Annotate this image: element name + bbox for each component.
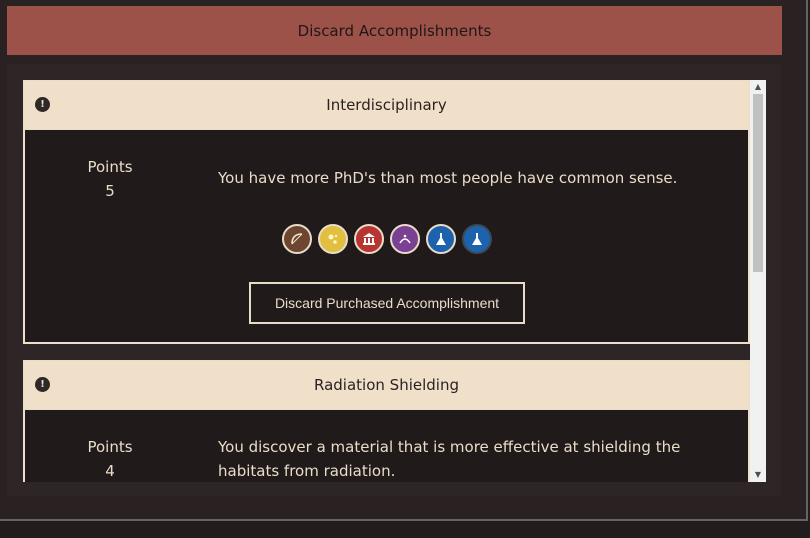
points-value: 4 — [105, 462, 115, 480]
dialog-header: Discard Accomplishments — [7, 6, 782, 55]
face-icon — [390, 224, 420, 254]
accomplishment-list[interactable]: ! Interdisciplinary Points 5 You have mo… — [23, 80, 750, 482]
card-header: ! Interdisciplinary — [23, 80, 750, 130]
temple-icon — [354, 224, 384, 254]
card-description: You have more PhD's than most people hav… — [218, 169, 678, 187]
points-block: Points 5 — [65, 155, 155, 203]
alert-icon: ! — [35, 97, 50, 112]
scroll-up-arrow-icon[interactable]: ▲ — [750, 80, 766, 94]
card-title: Interdisciplinary — [326, 96, 447, 114]
dialog-body: ! Interdisciplinary Points 5 You have mo… — [7, 64, 781, 496]
alert-icon: ! — [35, 377, 50, 392]
discard-accomplishment-button[interactable]: Discard Purchased Accomplishment — [249, 282, 525, 324]
sun-icon — [318, 224, 348, 254]
card-title: Radiation Shielding — [314, 376, 459, 394]
dialog-title: Discard Accomplishments — [297, 21, 492, 40]
card-header: ! Radiation Shielding — [23, 360, 750, 410]
resource-badges — [282, 224, 492, 254]
card-description: You discover a material that is more eff… — [218, 438, 681, 480]
bow-icon — [282, 224, 312, 254]
accomplishment-card: ! Radiation Shielding Points 4 You disco… — [23, 360, 750, 482]
scroll-down-arrow-icon[interactable]: ▼ — [750, 468, 766, 482]
points-label: Points — [87, 438, 133, 456]
accomplishment-card: ! Interdisciplinary Points 5 You have mo… — [23, 80, 750, 344]
points-block: Points 4 — [65, 435, 155, 482]
card-body: Points 4 You discover a material that is… — [23, 410, 750, 482]
scrollbar-thumb[interactable] — [753, 94, 763, 272]
points-value: 5 — [105, 182, 115, 200]
points-label: Points — [87, 158, 133, 176]
vertical-scrollbar[interactable]: ▲ ▼ — [750, 80, 766, 482]
flask-icon — [426, 224, 456, 254]
card-body: Points 5 You have more PhD's than most p… — [23, 130, 750, 344]
flask-icon — [462, 224, 492, 254]
